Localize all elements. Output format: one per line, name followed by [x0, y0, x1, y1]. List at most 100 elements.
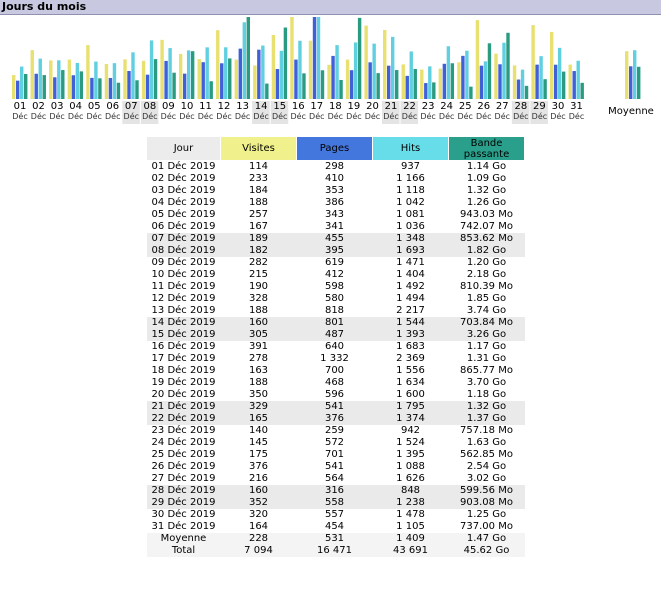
table-row: 20 Déc 2019 350 596 1 600 1.18 Go — [147, 389, 525, 401]
cell-hits: 1 683 — [396, 341, 425, 352]
x-tick-month-label: Déc — [476, 111, 491, 121]
x-tick-month-label: Déc — [569, 111, 584, 121]
bar-visites — [104, 63, 109, 99]
x-tick-day-label: 20 — [366, 101, 379, 112]
bar-bande-passante — [190, 51, 195, 99]
table-row: 29 Déc 2019 352 558 1 238 903.08 Mo — [146, 497, 525, 509]
cell-pages: 541 — [296, 401, 373, 413]
cell-pages: 412 — [324, 269, 345, 280]
average-label: Moyenne — [608, 106, 654, 117]
bar-hits — [149, 40, 154, 99]
x-tick-month-label: Déc — [457, 111, 472, 121]
cell-hits: 1 395 — [396, 449, 425, 460]
bar-hits — [335, 45, 339, 99]
x-tick-month-label: Déc — [49, 111, 64, 121]
x-tick-month-label: Déc — [383, 111, 398, 121]
cell-visites: 282 — [248, 257, 269, 268]
bar-pages — [108, 78, 113, 99]
cell-pages: 580 — [324, 293, 345, 304]
bar-pages — [201, 62, 205, 99]
cell-hits: 1 105 — [396, 521, 425, 532]
bar-pages — [516, 79, 521, 99]
cell-hits: 1 478 — [396, 509, 425, 520]
cell-visites: 328 — [248, 293, 269, 304]
x-tick-day-label: 17 — [310, 101, 323, 112]
cell-bandwidth: 810.39 Mo — [460, 281, 513, 292]
cell-bandwidth: 3.02 Go — [466, 473, 507, 484]
bar-bande-passante — [172, 72, 176, 99]
bar-visites — [383, 30, 387, 100]
table-row: 10 Déc 2019 215 412 1 404 2.18 Go — [147, 269, 525, 281]
bar-bande-passante — [469, 86, 473, 99]
x-tick-day-label: 18 — [329, 101, 342, 112]
bar-pages — [238, 48, 242, 99]
x-tick-month-label: Déc — [309, 111, 324, 121]
bar-pages — [572, 71, 576, 99]
bar-visites — [308, 40, 313, 99]
table-row: 31 Déc 2019 164 454 1 105 737.00 Mo — [147, 521, 525, 533]
x-tick-day-label: 30 — [552, 101, 565, 112]
x-tick-day-label: 25 — [459, 101, 472, 112]
bar-bande-passante — [524, 85, 529, 99]
bar-pages — [331, 55, 335, 99]
x-tick-day-label: 31 — [570, 101, 583, 112]
cell-hits: 1 693 — [372, 245, 449, 257]
x-tick-month-label: Déc — [439, 111, 454, 121]
cell-bandwidth: 3.26 Go — [448, 329, 525, 341]
bar-bande-passante — [395, 70, 399, 99]
cell-bandwidth: 1.82 Go — [448, 245, 525, 257]
bar-pages — [90, 77, 94, 99]
bar-visites — [160, 39, 164, 99]
bar-hits — [409, 51, 413, 99]
x-tick-day-label: 21 — [385, 101, 398, 112]
bar-hits — [224, 47, 228, 99]
table-row: 07 Déc 2019 189 455 1 348 853.62 Mo — [146, 233, 525, 245]
table-row: 28 Déc 2019 160 316 848 599.56 Mo — [146, 485, 525, 497]
header-visites: Visites — [220, 136, 297, 161]
bar-visites — [30, 50, 34, 99]
cell-visites: 350 — [248, 389, 269, 400]
cell-bandwidth: 1.31 Go — [466, 353, 507, 364]
bar-hits — [75, 62, 80, 99]
x-tick-day-label: 06 — [106, 101, 119, 112]
table-row: 01 Déc 2019 114 298 937 1.14 Go — [147, 161, 525, 174]
x-tick-month-label: Déc — [105, 111, 120, 121]
cell-hits: 1 524 — [396, 437, 425, 448]
cell-visites: 188 — [248, 305, 269, 316]
bar-bande-passante — [98, 78, 102, 99]
bar-pages — [479, 65, 484, 99]
total-row: Total 7 094 16 471 43 691 45.62 Go — [146, 545, 525, 557]
bar-visites — [290, 17, 294, 99]
cell-visites: 188 — [248, 197, 269, 208]
bar-hits — [539, 56, 543, 99]
cell-bandwidth: 1.26 Go — [466, 197, 507, 208]
bar-hits — [131, 52, 135, 99]
header-bandwidth: Bande passante — [448, 136, 525, 161]
table-row: 30 Déc 2019 320 557 1 478 1.25 Go — [147, 509, 525, 521]
cell-pages: 558 — [296, 497, 373, 509]
cell-hits: 1 166 — [396, 173, 425, 184]
table-row: 17 Déc 2019 278 1 332 2 369 1.31 Go — [147, 353, 525, 365]
bar-hits — [94, 61, 98, 99]
daily-stats-table: Jour Visites Pages Hits Bande passante 0… — [146, 136, 525, 557]
bar-pages — [275, 69, 280, 99]
cell-hits: 848 — [372, 485, 449, 497]
cell-pages: 343 — [324, 209, 345, 220]
cell-day: 19 Déc 2019 — [151, 377, 216, 388]
cell-pages: 376 — [296, 413, 373, 425]
bar-pages — [368, 62, 372, 99]
cell-bandwidth: 1.17 Go — [466, 341, 507, 352]
bar-hits — [353, 42, 358, 99]
table-row: 04 Déc 2019 188 386 1 042 1.26 Go — [147, 197, 525, 209]
cell-pages: 468 — [324, 377, 345, 388]
cell-hits: 1 374 — [372, 413, 449, 425]
cell-visites: 160 — [220, 317, 297, 329]
cell-pages: 801 — [296, 317, 373, 329]
header-bandwidth-line1: Bande — [470, 137, 503, 149]
bar-pages — [553, 64, 558, 99]
cell-visites: 216 — [248, 473, 269, 484]
bar-visites — [438, 68, 443, 99]
bar-pages — [387, 65, 391, 99]
cell-day: 25 Déc 2019 — [151, 449, 216, 460]
cell-visites: 278 — [248, 353, 269, 364]
